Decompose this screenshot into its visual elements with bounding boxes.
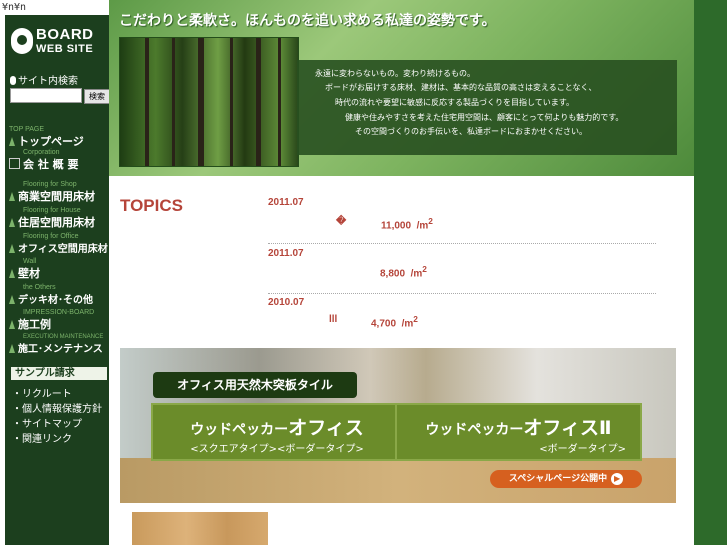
triangle-icon [9, 192, 15, 201]
nav-item-impression[interactable]: IMPRESSION-BOARD 施工例 [9, 309, 109, 332]
topic-symbol: lll [329, 314, 338, 325]
nav-item-label: 商業空間用床材 [18, 190, 95, 203]
nav-item-office[interactable]: Flooring for Office オフィス空間用床材 [9, 233, 109, 255]
building-icon [9, 158, 20, 169]
nav-item-en: TOP PAGE [9, 126, 45, 133]
link-recruit[interactable]: リクルート [12, 385, 102, 400]
nav-item-label: トップページ [18, 135, 84, 148]
logo-mark-icon [11, 28, 33, 54]
topic-symbol: � [336, 216, 347, 227]
header-message: 永遠に変わらないもの。変わり続けるもの。 ボードがお届けする床材、建材は、基本的… [297, 60, 677, 155]
sample-request-button[interactable]: サンプル請求 [11, 367, 107, 380]
nav-item-en: Corporation [23, 149, 60, 156]
nav-item-label: デッキ材･その他 [18, 295, 93, 306]
nav-item-label: 会 社 概 要 [23, 158, 79, 171]
nav-item-en: IMPRESSION-BOARD [23, 309, 95, 316]
promo-card-office[interactable]: ウッドペッカーオフィス <スクエアタイプ><ボーダータイプ> [151, 403, 403, 461]
message-line: 健康や住みやすさを考えた住宅用空間は、顧客にとって何よりも魅力的です。 [345, 113, 624, 122]
topic-unit: /m [401, 318, 414, 330]
topics-heading: TOPICS [120, 196, 183, 215]
triangle-icon [9, 295, 15, 304]
triangle-icon [9, 137, 15, 146]
header-banner: こだわりと柔軟さ。ほんものを追い求める私達の姿勢です。 永遠に変わらないもの。変… [109, 0, 694, 176]
nav-item-en: Flooring for Shop [23, 181, 77, 188]
topic-unit-sup: 2 [413, 314, 418, 324]
nav-item-house[interactable]: Flooring for House 住居空間用床材 [9, 207, 109, 230]
topic-date: 2011.07 [268, 248, 304, 259]
special-page-button[interactable]: スペシャルページ公開中 ▶ [490, 470, 642, 488]
topic-date: 2010.07 [268, 297, 305, 308]
footer-links: リクルート 個人情報保護方針 サイトマップ 関連リンク [12, 385, 102, 445]
search-input[interactable] [10, 88, 82, 103]
link-related[interactable]: 関連リンク [12, 430, 102, 445]
card-main: ウッドペッカー [190, 422, 289, 438]
stray-text: ¥n¥n [2, 2, 27, 13]
topic-item[interactable]: 2010.07 lll 4,700 /m2 [268, 297, 656, 329]
nav-item-en: Wall [23, 258, 37, 265]
nav-item-label: 壁材 [18, 267, 40, 280]
nav-item-others[interactable]: the Others デッキ材･その他 [9, 284, 109, 306]
nav-item-top[interactable]: TOP PAGE トップページ [9, 126, 109, 149]
topic-price: 11,000 [381, 220, 412, 232]
nav-item-en: Flooring for Office [23, 233, 79, 240]
topic-item[interactable]: 2011.07 8,800 /m2 [268, 248, 656, 294]
promo-card-office2[interactable]: ウッドペッカーオフィスⅡ <ボーダータイプ> [395, 403, 642, 461]
topic-unit-sup: 2 [422, 264, 427, 274]
message-line: 永遠に変わらないもの。変わり続けるもの。 [315, 69, 475, 78]
nav-item-maintenance[interactable]: EXECUTION MAINTENANCE 施工･メンテナンス [9, 334, 109, 355]
site-logo[interactable]: BOARD WEB SITE [11, 26, 107, 60]
topic-unit: /m [416, 220, 429, 232]
triangle-icon [9, 344, 15, 353]
nav-item-corporation[interactable]: Corporation 会 社 概 要 [9, 149, 109, 172]
nav-item-label: 住居空間用床材 [18, 216, 95, 229]
topic-unit-sup: 2 [428, 216, 433, 226]
nav-item-label: 施工･メンテナンス [18, 344, 103, 355]
logo-line2: WEB SITE [36, 43, 94, 55]
nav-item-en: Flooring for House [23, 207, 81, 214]
topic-price: 4,700 [371, 318, 397, 330]
special-page-label: スペシャルページ公開中 [508, 474, 608, 484]
promo-banner[interactable]: オフィス用天然木突板タイル ウッドペッカーオフィス <スクエアタイプ><ボーダー… [120, 348, 676, 503]
pin-icon [10, 76, 16, 85]
card-main: ウッドペッカー [425, 422, 524, 438]
divider [268, 243, 656, 244]
topic-item[interactable]: 2011.07 � 11,000 /m2 [268, 197, 656, 244]
message-line: その空間づくりのお手伝いを、私達ボードにおまかせください。 [355, 127, 587, 136]
arrow-right-icon: ▶ [611, 473, 624, 485]
divider [268, 293, 656, 294]
wood-sample-image [132, 512, 268, 545]
topic-date: 2011.07 [268, 197, 304, 208]
nav-item-label: 施工例 [18, 318, 51, 331]
topic-unit: /m [410, 268, 423, 280]
header-title: こだわりと柔軟さ。ほんものを追い求める私達の姿勢です。 [119, 13, 496, 29]
search-label: サイト内検索 [10, 72, 78, 87]
search-label-text: サイト内検索 [18, 76, 78, 87]
promo-heading: オフィス用天然木突板タイル [153, 372, 357, 398]
card-big: オフィスⅡ [523, 417, 612, 439]
topic-price: 8,800 [380, 268, 406, 280]
sidebar: BOARD WEB SITE サイト内検索 検索 TOP PAGE トップページ… [5, 15, 110, 545]
link-sitemap[interactable]: サイトマップ [12, 415, 102, 430]
triangle-icon [9, 269, 15, 278]
triangle-icon [9, 320, 15, 329]
card-sub: <ボーダータイプ> [539, 444, 626, 455]
right-strip [694, 0, 727, 545]
nav-item-shop[interactable]: Flooring for Shop 商業空間用床材 [9, 181, 109, 204]
nav-item-en: the Others [23, 284, 56, 291]
card-sub: <スクエアタイプ><ボーダータイプ> [190, 444, 364, 455]
card-big: オフィス [288, 417, 364, 439]
logo-line1: BOARD [36, 26, 94, 43]
nav-item-wall[interactable]: Wall 壁材 [9, 258, 109, 281]
link-privacy[interactable]: 個人情報保護方針 [12, 400, 102, 415]
search-button[interactable]: 検索 [84, 89, 110, 104]
message-line: 時代の流れや要望に敏感に反応する製品づくりを目指しています。 [335, 98, 574, 107]
triangle-icon [9, 244, 15, 253]
triangle-icon [9, 218, 15, 227]
nav-item-label: オフィス空間用床材 [18, 244, 108, 255]
forest-photo [119, 37, 299, 167]
message-line: ボードがお届けする床材、建材は、基本的な品質の高さは変えることなく、 [325, 83, 597, 92]
